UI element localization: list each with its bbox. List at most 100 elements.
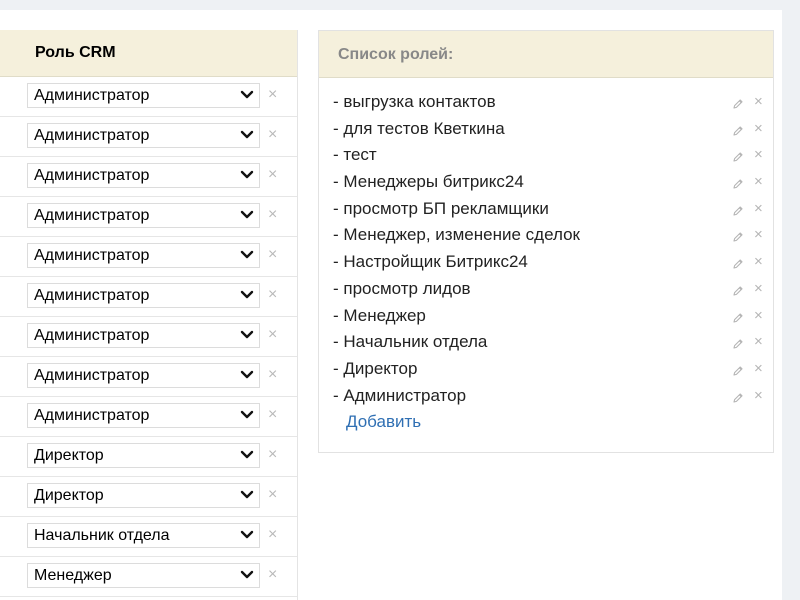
crm-role-settings-page: Роль CRM Администратор × Администратор × Адм… [0,0,800,600]
pencil-icon[interactable] [732,258,744,270]
close-icon[interactable]: × [754,387,763,404]
role-list-item: - Менеджер × [333,306,773,333]
role-select[interactable]: Администратор [27,203,260,228]
role-select-value: Администратор [34,207,150,224]
role-name: - Настройщик Битрикс24 [333,252,528,272]
role-select[interactable]: Менеджер [27,563,260,588]
role-select-value: Менеджер [34,567,112,584]
remove-row-icon[interactable]: × [268,287,277,303]
role-select[interactable]: Администратор [27,163,260,188]
pencil-icon[interactable] [732,178,744,190]
pencil-icon[interactable] [732,231,744,243]
role-row: Директор × [0,437,297,477]
roles-panel-header: Список ролей: [319,31,773,78]
chevron-down-icon [240,290,254,299]
role-name: - Менеджер [333,305,426,325]
close-icon[interactable]: × [754,254,763,270]
role-list-item: - Директор × [333,359,773,386]
role-name: - просмотр БП рекламщики [333,198,549,218]
role-name: - просмотр лидов [333,278,471,298]
chevron-down-icon [240,450,254,459]
role-list-item: - для тестов Кветкина × [333,119,773,146]
pencil-icon[interactable] [732,365,744,377]
role-select-value: Директор [34,447,104,464]
pencil-icon[interactable] [732,338,744,350]
top-strip [0,0,800,10]
add-role-link[interactable]: Добавить [346,412,421,432]
role-name: - выгрузка контактов [333,92,496,111]
role-list-item: - просмотр лидов × [333,279,773,306]
role-select[interactable]: Директор [27,443,260,468]
role-select[interactable]: Администратор [27,283,260,308]
pencil-icon[interactable] [732,285,744,297]
chevron-down-icon [240,170,254,179]
role-row: Администратор × [0,77,297,117]
pencil-icon[interactable] [732,98,744,110]
pencil-icon[interactable] [732,125,744,137]
role-select-value: Администратор [34,327,150,344]
role-select[interactable]: Администратор [27,243,260,268]
pencil-icon[interactable] [732,312,744,324]
role-select[interactable]: Администратор [27,83,260,108]
role-name: - Начальник отдела [333,332,488,352]
role-name: - Менеджеры битрикс24 [333,172,524,192]
role-row: Администратор × [0,197,297,237]
close-icon[interactable]: × [754,360,763,377]
pencil-icon[interactable] [732,205,744,217]
role-list-item: - Менеджер, изменение сделок × [333,225,773,252]
remove-row-icon[interactable]: × [268,127,277,143]
role-list-item: - тест × [333,145,773,172]
chevron-down-icon [240,90,254,99]
remove-row-icon[interactable]: × [268,487,277,503]
right-gutter [782,10,800,600]
role-list-item: - Начальник отдела × [333,332,773,359]
remove-row-icon[interactable]: × [268,367,277,383]
role-select[interactable]: Администратор [27,403,260,428]
crm-role-table: Роль CRM Администратор × Администратор × Адм… [0,30,298,600]
remove-row-icon[interactable]: × [268,567,277,583]
close-icon[interactable]: × [754,280,763,297]
role-list-item: - Настройщик Битрикс24 × [333,252,773,279]
chevron-down-icon [240,490,254,499]
role-select[interactable]: Администратор [27,323,260,348]
remove-row-icon[interactable]: × [268,407,277,423]
pencil-icon[interactable] [732,392,744,404]
close-icon[interactable]: × [754,227,763,243]
remove-row-icon[interactable]: × [268,207,277,223]
close-icon[interactable]: × [754,174,763,190]
role-select-value: Администратор [34,127,150,144]
role-list-item: - просмотр БП рекламщики × [333,199,773,226]
role-select[interactable]: Администратор [27,123,260,148]
role-select-value: Администратор [34,407,150,424]
close-icon[interactable]: × [754,334,763,350]
remove-row-icon[interactable]: × [268,87,277,103]
role-select-value: Администратор [34,367,150,384]
role-select[interactable]: Администратор [27,363,260,388]
role-select[interactable]: Директор [27,483,260,508]
role-row: Начальник отдела × [0,517,297,557]
close-icon[interactable]: × [754,120,763,137]
remove-row-icon[interactable]: × [268,527,277,543]
close-icon[interactable]: × [754,94,763,110]
close-icon[interactable]: × [754,147,763,163]
pencil-icon[interactable] [732,151,744,163]
role-select[interactable]: Начальник отдела [27,523,260,548]
close-icon[interactable]: × [754,200,763,217]
remove-row-icon[interactable]: × [268,327,277,343]
remove-row-icon[interactable]: × [268,167,277,183]
chevron-down-icon [240,370,254,379]
crm-role-rows: Администратор × Администратор × Администрато… [0,77,297,597]
crm-role-column-header: Роль CRM [0,30,297,77]
roles-list: - выгрузка контактов × - для тестов Кветки… [333,92,773,412]
remove-row-icon[interactable]: × [268,247,277,263]
role-row: Администратор × [0,157,297,197]
chevron-down-icon [240,570,254,579]
role-name: - Директор [333,358,418,378]
close-icon[interactable]: × [754,307,763,324]
roles-panel-title: Список ролей: [338,46,454,63]
role-select-value: Администратор [34,287,150,304]
role-list-item: - Менеджеры битрикс24 × [333,172,773,199]
role-select-value: Администратор [34,167,150,184]
remove-row-icon[interactable]: × [268,447,277,463]
role-name: - Менеджер, изменение сделок [333,225,580,245]
